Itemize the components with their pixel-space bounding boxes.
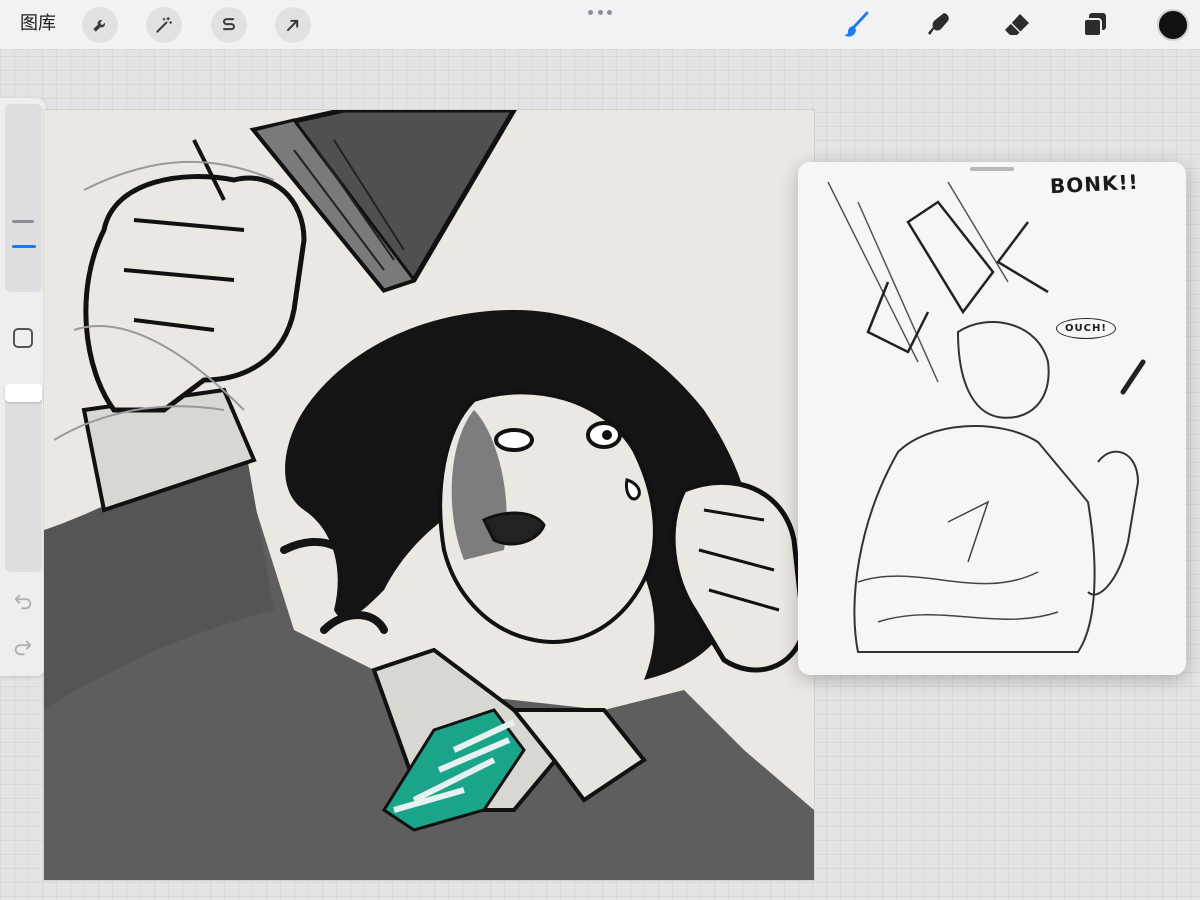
ref-book xyxy=(906,200,995,315)
magic-wand-glyph xyxy=(156,16,173,33)
pupil-right xyxy=(602,430,612,440)
more-dots-icon[interactable] xyxy=(588,8,612,16)
layers-icon[interactable] xyxy=(1076,6,1114,44)
raised-hand xyxy=(83,174,307,413)
smudge-icon[interactable] xyxy=(920,6,958,44)
dot xyxy=(588,9,593,15)
sfx-bonk-label: BONK!! xyxy=(1049,169,1140,199)
ref-motion-lines xyxy=(827,181,1009,383)
transform-glyph xyxy=(287,19,299,31)
gallery-button[interactable]: 图库 xyxy=(20,13,56,35)
arrow-cursor-icon[interactable] xyxy=(275,7,311,43)
reference-sketch xyxy=(827,181,1146,653)
magic-wand-icon[interactable] xyxy=(146,7,182,43)
modify-square-icon[interactable] xyxy=(13,328,33,348)
artwork-illustration xyxy=(44,110,814,880)
selection-s-icon[interactable] xyxy=(211,7,247,43)
selection-glyph xyxy=(223,18,235,31)
ref-pencil xyxy=(1120,359,1146,395)
eraser-icon[interactable] xyxy=(998,6,1036,44)
left-sidebar xyxy=(0,98,46,676)
brush-size-slider[interactable] xyxy=(5,104,42,292)
brush-glyph xyxy=(844,11,869,37)
undo-icon[interactable] xyxy=(12,590,34,612)
size-preset-tick xyxy=(12,220,34,223)
reference-window[interactable]: BONK!! OUCH! xyxy=(798,162,1186,675)
smudge-glyph xyxy=(928,13,949,35)
eye-left xyxy=(494,428,534,452)
eraser-glyph xyxy=(1005,14,1029,35)
drawing-canvas[interactable] xyxy=(44,110,814,880)
dot xyxy=(607,9,612,15)
top-toolbar: 图库 xyxy=(0,0,1200,50)
wrench-glyph xyxy=(93,20,105,32)
ref-head xyxy=(956,321,1050,419)
dot xyxy=(597,9,603,15)
opacity-slider-thumb[interactable] xyxy=(5,384,42,402)
layers-glyph xyxy=(1083,13,1106,37)
size-slider-thumb[interactable] xyxy=(12,245,36,248)
wrench-icon[interactable] xyxy=(82,7,118,43)
ref-scribbles xyxy=(857,500,1059,623)
color-picker-button[interactable] xyxy=(1157,9,1189,41)
redo-icon[interactable] xyxy=(12,636,34,658)
brush-icon[interactable] xyxy=(837,6,875,44)
brush-opacity-slider[interactable] xyxy=(5,384,42,572)
sfx-ouch-bubble: OUCH! xyxy=(1056,318,1116,339)
